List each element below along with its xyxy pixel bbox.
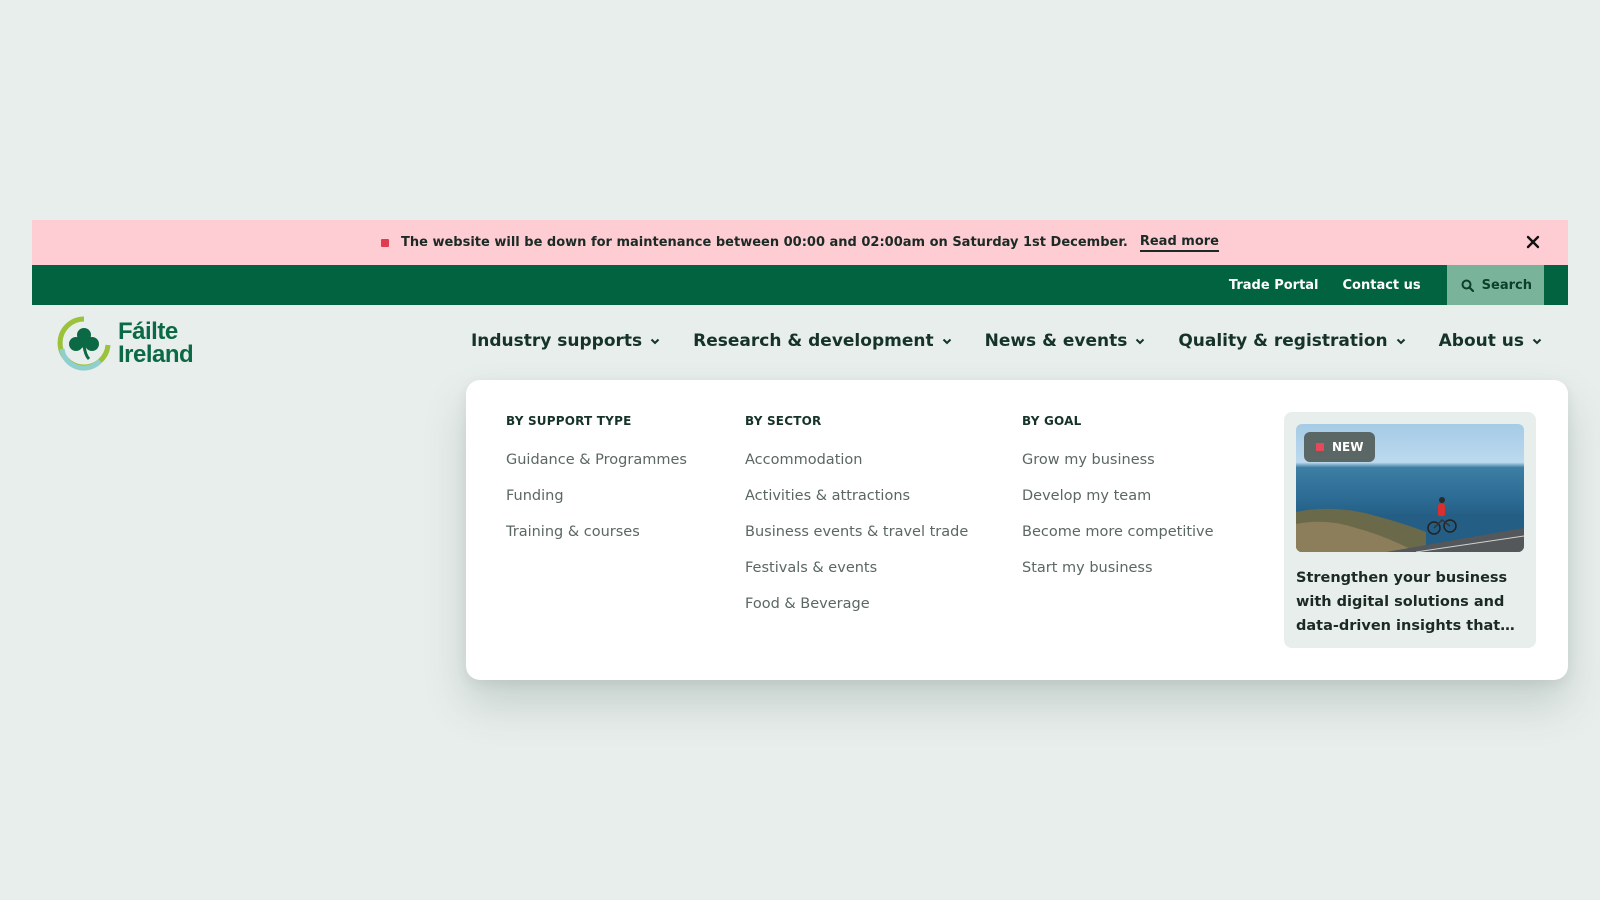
support-type-column: BY SUPPORT TYPE Guidance & Programmes Fu… [506, 414, 687, 558]
chevron-down-icon [942, 338, 951, 344]
site-header: The website will be down for maintenance… [32, 220, 1568, 680]
menu-link[interactable]: Activities & attractions [745, 486, 968, 522]
chevron-down-icon [1136, 338, 1145, 344]
menu-link[interactable]: Food & Beverage [745, 594, 968, 630]
column-heading: BY GOAL [1022, 414, 1082, 428]
nav-item-label: Quality & registration [1178, 331, 1388, 351]
column-heading: BY SUPPORT TYPE [506, 414, 632, 428]
search-icon [1461, 279, 1474, 292]
badge-label: NEW [1332, 440, 1364, 454]
sector-column: BY SECTOR Accommodation Activities & att… [745, 414, 968, 630]
nav-item-label: Research & development [693, 331, 934, 351]
column-heading: BY SECTOR [745, 414, 822, 428]
trade-portal-link[interactable]: Trade Portal [1217, 265, 1331, 305]
failte-ireland-logo[interactable]: Fáilte Ireland [56, 315, 194, 371]
logo-line-1: Fáilte [118, 318, 178, 345]
menu-link[interactable]: Festivals & events [745, 558, 968, 594]
nav-item-label: News & events [984, 331, 1128, 351]
shamrock-logo-icon [57, 316, 111, 371]
menu-link[interactable]: Grow my business [1022, 450, 1214, 486]
nav-item-label: Industry supports [470, 331, 643, 351]
alert-message: The website will be down for maintenance… [401, 235, 1128, 250]
nav-research-development[interactable]: Research & development [693, 331, 951, 351]
menu-link[interactable]: Business events & travel trade [745, 522, 968, 558]
menu-link[interactable]: Funding [506, 486, 687, 522]
menu-link[interactable]: Become more competitive [1022, 522, 1214, 558]
industry-supports-dropdown: BY SUPPORT TYPE Guidance & Programmes Fu… [466, 380, 1568, 680]
nav-news-events[interactable]: News & events [985, 331, 1146, 351]
nav-industry-supports[interactable]: Industry supports [471, 331, 660, 351]
search-button[interactable]: Search [1446, 265, 1544, 305]
nav-quality-registration[interactable]: Quality & registration [1178, 331, 1405, 351]
promo-card[interactable]: NEW Strengthen your business with digita… [1284, 412, 1536, 648]
chevron-down-icon [1532, 338, 1542, 344]
menu-link[interactable]: Develop my team [1022, 486, 1214, 522]
new-badge: NEW [1304, 432, 1376, 462]
maintenance-alert: The website will be down for maintenance… [32, 220, 1568, 265]
chevron-down-icon [650, 338, 660, 344]
contact-us-link[interactable]: Contact us [1331, 265, 1433, 305]
menu-link[interactable]: Start my business [1022, 558, 1214, 594]
read-more-link[interactable]: Read more [1139, 234, 1219, 252]
nav-item-label: About us [1438, 331, 1524, 351]
chevron-down-icon [1396, 338, 1405, 344]
alert-marker-icon [381, 238, 390, 247]
promo-headline: Strengthen your business with digital so… [1296, 570, 1508, 634]
main-navigation: Fáilte Ireland Industry supports Researc… [32, 305, 1568, 379]
logo-wordmark: Fáilte Ireland [118, 318, 194, 368]
badge-marker-icon [1316, 443, 1324, 451]
promo-image: NEW [1296, 424, 1524, 552]
nav-about-us[interactable]: About us [1439, 331, 1542, 351]
utility-bar: Trade Portal Contact us Search [32, 265, 1568, 305]
menu-link[interactable]: Guidance & Programmes [506, 450, 687, 486]
logo-line-2: Ireland [118, 341, 194, 368]
close-icon[interactable] [1524, 233, 1542, 251]
menu-link[interactable]: Training & courses [506, 522, 687, 558]
menu-link[interactable]: Accommodation [745, 450, 968, 486]
goal-column: BY GOAL Grow my business Develop my team… [1022, 414, 1214, 594]
search-label: Search [1481, 277, 1532, 293]
primary-nav: Industry supports Research & development… [438, 331, 1542, 351]
